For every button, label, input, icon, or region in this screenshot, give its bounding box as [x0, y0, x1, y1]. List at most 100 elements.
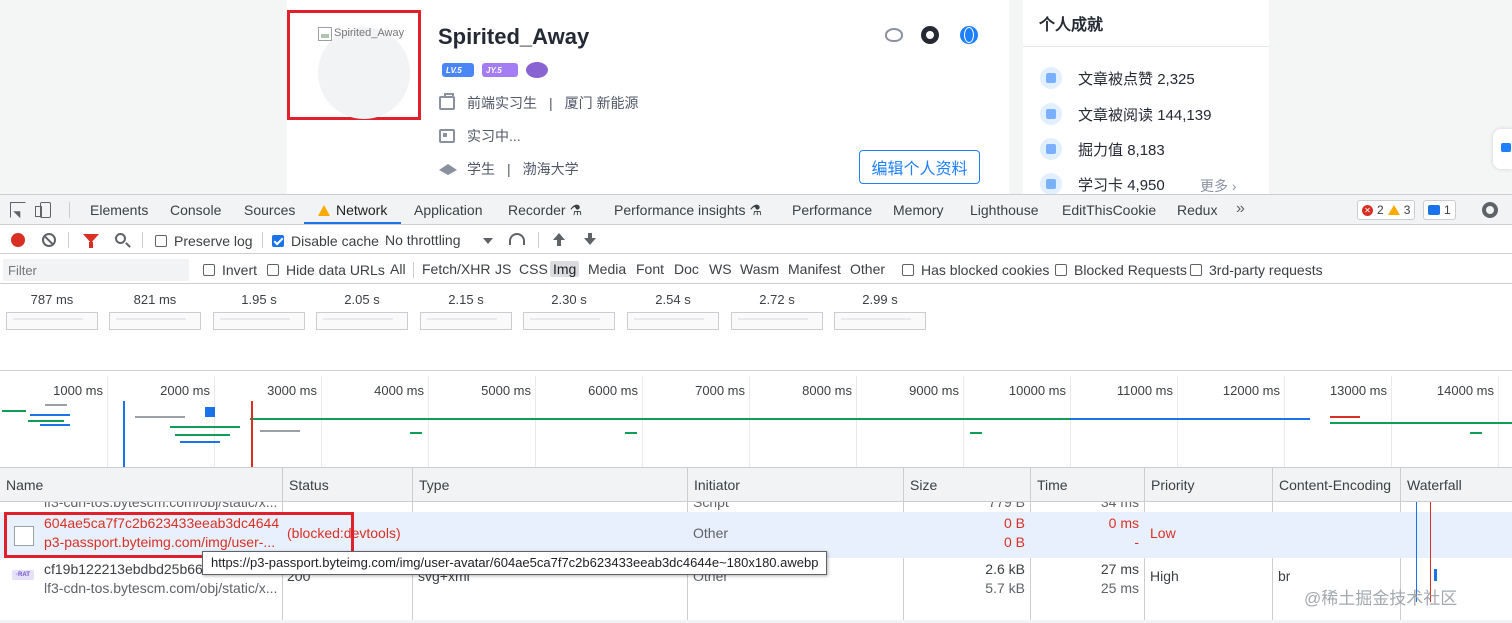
- filter-input[interactable]: [3, 259, 189, 281]
- screenshot-frame[interactable]: 2.15 s: [420, 285, 512, 330]
- screenshots-strip: 787 ms 821 ms 1.95 s 2.05 s 2.15 s 2.30 …: [0, 285, 1512, 371]
- tab-console[interactable]: Console: [170, 202, 221, 218]
- filter-type-font[interactable]: Font: [633, 261, 667, 277]
- filter-type-manifest[interactable]: Manifest: [785, 261, 844, 277]
- filter-type-img[interactable]: Img: [550, 261, 580, 277]
- globe-icon[interactable]: [960, 26, 978, 44]
- tab-redux[interactable]: Redux: [1177, 202, 1217, 218]
- filter-type-fetch[interactable]: Fetch/XHR: [419, 261, 493, 277]
- activity-bar: [970, 432, 982, 434]
- activity-bar: [205, 407, 215, 417]
- more-link[interactable]: 更多 ›: [1200, 176, 1237, 194]
- tab-sources[interactable]: Sources: [244, 202, 295, 218]
- username[interactable]: Spirited_Away: [438, 24, 589, 50]
- achievement-reads: 文章被阅读 144,139: [1040, 103, 1211, 125]
- filter-bar: Invert Hide data URLs All Fetch/XHR JS C…: [0, 255, 1512, 284]
- warning-icon: [318, 205, 330, 216]
- column-time[interactable]: Time: [1030, 468, 1144, 502]
- clear-icon[interactable]: [42, 233, 56, 247]
- filter-type-ws[interactable]: WS: [706, 261, 735, 277]
- column-priority[interactable]: Priority: [1144, 468, 1272, 502]
- flask-icon: ⚗: [749, 202, 762, 218]
- tab-elements[interactable]: Elements: [90, 202, 148, 218]
- filter-type-media[interactable]: Media: [585, 261, 629, 277]
- request-latency: -: [1134, 534, 1139, 550]
- overview-gridline: [963, 376, 964, 467]
- tab-memory[interactable]: Memory: [893, 202, 944, 218]
- column-encoding[interactable]: Content-Encoding: [1272, 468, 1400, 502]
- education-row: 学生 | 渤海大学: [439, 159, 579, 179]
- inspect-element-icon[interactable]: [10, 202, 26, 218]
- screenshot-frame[interactable]: 1.95 s: [213, 285, 305, 330]
- timeline-overview[interactable]: 1000 ms 2000 ms 3000 ms 4000 ms 5000 ms 6000 …: [0, 376, 1512, 468]
- column-type[interactable]: Type: [412, 468, 687, 502]
- filter-type-doc[interactable]: Doc: [671, 261, 702, 277]
- network-conditions-icon[interactable]: [509, 233, 525, 245]
- column-initiator[interactable]: Initiator: [687, 468, 903, 502]
- column-size[interactable]: Size: [903, 468, 1030, 502]
- flask-icon: ⚗: [569, 202, 583, 218]
- export-har-icon[interactable]: [584, 233, 596, 247]
- filter-type-wasm[interactable]: Wasm: [737, 261, 782, 277]
- watermark: @稀土掘金技术社区: [1304, 589, 1458, 608]
- side-chat-tab[interactable]: [1493, 129, 1512, 169]
- screenshot-frame[interactable]: 821 ms: [109, 285, 201, 330]
- screenshot-frame[interactable]: 787 ms: [6, 285, 98, 330]
- hide-data-urls-checkbox[interactable]: Hide data URLs: [267, 262, 385, 278]
- github-icon[interactable]: [921, 26, 939, 44]
- edit-profile-button[interactable]: 编辑个人资料: [859, 150, 980, 184]
- settings-gear-icon[interactable]: [1482, 202, 1498, 218]
- crown-badge-icon[interactable]: [526, 62, 548, 78]
- throttling-select[interactable]: No throttling: [385, 232, 460, 248]
- activity-bar: [260, 430, 300, 432]
- column-waterfall[interactable]: Waterfall: [1400, 468, 1512, 502]
- screenshot-frame[interactable]: 2.54 s: [627, 285, 719, 330]
- request-time: 0 ms: [1108, 515, 1139, 531]
- tab-recorder[interactable]: Recorder ⚗: [508, 202, 582, 219]
- third-party-checkbox[interactable]: 3rd-party requests: [1190, 262, 1323, 278]
- screenshot-frame[interactable]: 2.72 s: [731, 285, 823, 330]
- filter-type-js[interactable]: JS: [492, 261, 514, 277]
- tab-editthiscookie[interactable]: EditThisCookie: [1062, 202, 1156, 218]
- more-tabs-icon[interactable]: »: [1236, 200, 1245, 218]
- import-har-icon[interactable]: [553, 233, 565, 247]
- preserve-log-checkbox[interactable]: Preserve log: [155, 233, 253, 249]
- activity-bar: [170, 426, 240, 428]
- achievement-value: 8,183: [1127, 141, 1165, 159]
- screenshot-frame[interactable]: 2.99 s: [834, 285, 926, 330]
- record-icon[interactable]: [11, 233, 25, 247]
- chevron-down-icon[interactable]: [483, 238, 493, 244]
- blocked-cookies-checkbox[interactable]: Has blocked cookies: [902, 262, 1049, 278]
- screenshot-frame[interactable]: 2.05 s: [316, 285, 408, 330]
- tab-network[interactable]: Network: [318, 202, 387, 218]
- tab-lighthouse[interactable]: Lighthouse: [970, 202, 1039, 218]
- blocked-requests-checkbox[interactable]: Blocked Requests: [1055, 262, 1187, 278]
- filter-type-all[interactable]: All: [387, 261, 409, 277]
- overview-gridline: [749, 376, 750, 467]
- screenshot-frame[interactable]: 2.30 s: [523, 285, 615, 330]
- jy-badge[interactable]: JY.5: [482, 63, 518, 77]
- svg-thumbnail-icon: ·RAT: [12, 570, 34, 580]
- search-icon[interactable]: [115, 233, 126, 244]
- filter-icon[interactable]: [83, 234, 99, 248]
- filter-type-other[interactable]: Other: [847, 261, 888, 277]
- column-name[interactable]: Name: [0, 468, 282, 502]
- weibo-icon[interactable]: [885, 28, 903, 42]
- table-row[interactable]: lf3-cdn-tos.bytescm.com/obj/static/x... …: [0, 502, 1512, 512]
- activity-bar: [1470, 432, 1482, 434]
- level-badge[interactable]: LV.5: [442, 63, 474, 77]
- device-toolbar-icon[interactable]: [35, 202, 51, 218]
- messages-counter[interactable]: 1: [1423, 200, 1456, 220]
- invert-checkbox[interactable]: Invert: [203, 262, 257, 278]
- tab-performance[interactable]: Performance: [792, 202, 872, 218]
- activity-bar: [1070, 418, 1310, 420]
- tab-performance-insights[interactable]: Performance insights ⚗: [614, 202, 762, 219]
- tab-application[interactable]: Application: [414, 202, 483, 218]
- requests-table: Name Status Type Initiator Size Time Pri…: [0, 468, 1512, 623]
- column-status[interactable]: Status: [282, 468, 412, 502]
- disable-cache-checkbox[interactable]: Disable cache: [272, 233, 379, 249]
- load-marker: [251, 401, 253, 467]
- overview-tick-label: 6000 ms: [588, 383, 638, 398]
- issues-counter[interactable]: ✕ 2 3: [1357, 200, 1416, 220]
- filter-type-css[interactable]: CSS: [516, 261, 551, 277]
